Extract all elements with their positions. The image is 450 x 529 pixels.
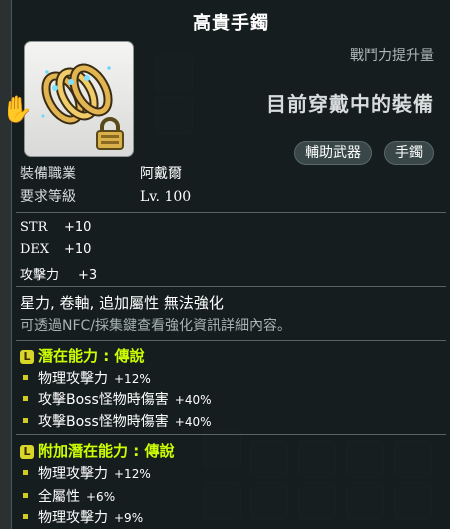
required-level-value: Lv. 100: [140, 189, 192, 205]
divider: [16, 340, 446, 341]
stat-name: STR: [20, 220, 48, 235]
additional-potential-line-amount: +6%: [86, 490, 116, 504]
additional-potential-header-text: 附加潛在能力 : 傳說: [38, 442, 175, 460]
tag-bracelet: 手鐲: [384, 141, 434, 165]
divider: [16, 286, 446, 287]
potential-line: 攻擊Boss怪物時傷害 +40%: [23, 389, 212, 409]
required-level-row: 要求等級 Lv. 100: [20, 186, 191, 206]
additional-potential-line: 物理攻擊力 +9%: [23, 507, 143, 527]
additional-potential-line-label: 物理攻擊力: [38, 510, 108, 526]
stat-row-dex: DEX +10: [20, 242, 91, 257]
bullet-icon: [23, 470, 28, 475]
potential-header-text: 潛在能力 : 傳說: [38, 347, 145, 365]
legendary-badge: L: [20, 350, 34, 364]
required-level-label: 要求等級: [20, 189, 76, 205]
potential-line: 物理攻擊力 +12%: [23, 368, 151, 388]
stat-name: DEX: [20, 242, 50, 257]
bullet-icon: [23, 514, 28, 519]
white-glove-icon: ✋: [1, 95, 34, 125]
legendary-badge: L: [20, 445, 34, 459]
bullet-icon: [23, 396, 28, 401]
required-job-row: 裝備職業 阿戴爾: [20, 163, 182, 183]
item-title: 高貴手鐲: [193, 13, 269, 34]
stat-value: +10: [64, 242, 92, 257]
stat-value: +3: [78, 268, 98, 283]
potential-line-amount: +12%: [114, 372, 151, 386]
potential-line-label: 攻擊Boss怪物時傷害: [38, 392, 169, 408]
additional-potential-header: L 附加潛在能力 : 傳說: [20, 440, 174, 461]
divider: [16, 434, 446, 435]
potential-line-label: 攻擊Boss怪物時傷害: [38, 414, 169, 430]
bullet-icon: [23, 493, 28, 498]
divider: [16, 212, 446, 213]
tag-secondary-weapon: 輔助武器: [294, 141, 372, 165]
item-tooltip: 高貴手鐲 ✋ 戰鬥力提升量 目前穿戴中的裝備 輔助武器 手鐲 裝備職業 阿戴爾 …: [1, 0, 450, 529]
nfc-note: 可透過NFC/採集鍵查看強化資訊詳細內容。: [20, 318, 292, 334]
required-job-label: 裝備職業: [20, 166, 76, 182]
additional-potential-line-label: 全屬性: [38, 489, 80, 505]
required-job-value: 阿戴爾: [140, 166, 182, 182]
additional-potential-line-amount: +9%: [114, 511, 144, 525]
potential-header: L 潛在能力 : 傳說: [20, 345, 144, 366]
potential-line-amount: +40%: [174, 393, 212, 407]
additional-potential-line-label: 物理攻擊力: [38, 466, 108, 482]
item-icon-frame: [24, 41, 134, 157]
stat-row-attack: 攻擊力 +3: [20, 264, 97, 283]
potential-line-amount: +40%: [174, 415, 212, 429]
additional-potential-line: 物理攻擊力 +12%: [23, 463, 151, 483]
currently-equipped-text: 目前穿戴中的裝備: [266, 92, 434, 116]
stat-value: +10: [64, 220, 92, 235]
potential-line: 攻擊Boss怪物時傷害 +40%: [23, 411, 212, 431]
additional-potential-line: 全屬性 +6%: [23, 486, 115, 506]
stat-name: 攻擊力: [20, 268, 60, 283]
stat-row-str: STR +10: [20, 220, 91, 235]
bullet-icon: [23, 375, 28, 380]
enhancement-restrictions: 星力, 卷軸, 追加屬性 無法強化: [20, 294, 224, 312]
bullet-icon: [23, 418, 28, 423]
additional-potential-line-amount: +12%: [114, 467, 151, 481]
potential-line-label: 物理攻擊力: [38, 371, 108, 387]
lock-icon: [96, 117, 124, 150]
combat-power-boost-label: 戰鬥力提升量: [350, 48, 434, 64]
